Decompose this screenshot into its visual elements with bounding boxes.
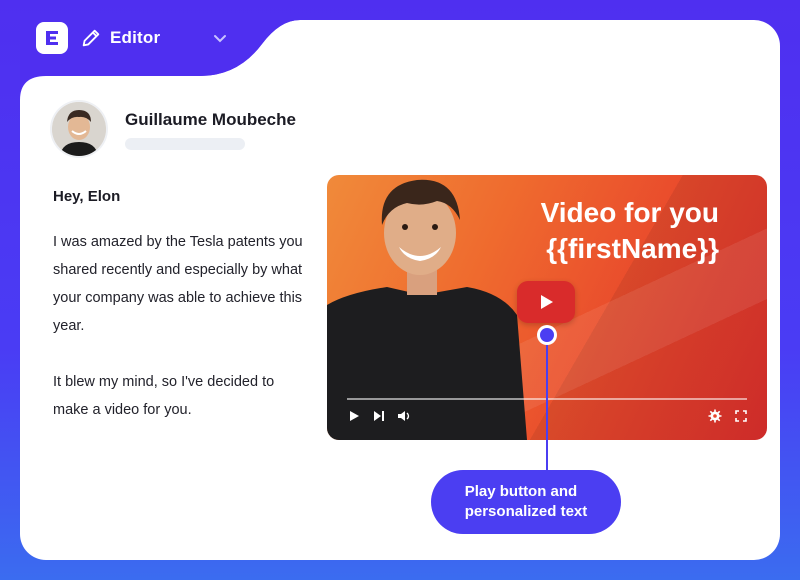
email-paragraph-1: I was amazed by the Tesla patents you sh…	[53, 234, 303, 334]
volume-icon[interactable]	[397, 409, 411, 423]
video-title-line-1: Video for you	[540, 197, 719, 228]
callout-badge: Play button and personalized text	[431, 470, 621, 534]
play-icon	[541, 295, 553, 309]
callout-text: Play button and personalized text	[464, 483, 588, 520]
video-title: Video for you {{firstName}}	[541, 195, 719, 267]
presenter-image	[327, 179, 527, 440]
callout-dot	[540, 328, 554, 342]
callout-connector	[546, 336, 548, 470]
next-icon[interactable]	[372, 409, 386, 423]
header-tab	[20, 20, 300, 100]
settings-icon[interactable]	[708, 409, 722, 423]
video-title-line-2: {{firstName}}	[546, 233, 719, 264]
email-greeting: Hey, Elon	[53, 188, 121, 205]
pencil-icon[interactable]	[80, 27, 102, 49]
fullscreen-icon[interactable]	[734, 409, 748, 423]
logo-icon[interactable]	[36, 22, 68, 54]
email-paragraph-2: It blew my mind, so I've decided to make…	[53, 374, 275, 418]
avatar	[52, 102, 106, 156]
chevron-down-icon[interactable]	[212, 30, 228, 46]
editor-title[interactable]: Editor	[110, 28, 160, 48]
play-button[interactable]	[517, 281, 575, 323]
sender-name: Guillaume Moubeche	[125, 110, 296, 129]
play-control-icon[interactable]	[347, 409, 361, 423]
sender-email-placeholder	[125, 138, 245, 150]
